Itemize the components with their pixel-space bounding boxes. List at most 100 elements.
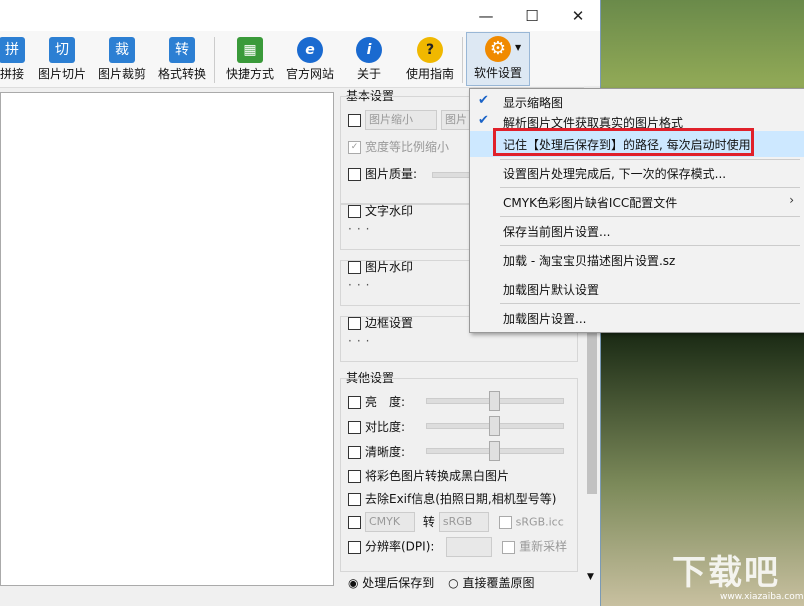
toolbar-label: 快捷方式 — [225, 67, 274, 81]
grayscale-checkbox[interactable] — [348, 470, 361, 483]
toolbar-settings-button[interactable]: ⚙ 软件设置 ▼ — [466, 32, 530, 86]
contrast-slider-thumb[interactable] — [489, 416, 500, 436]
text-watermark-checkbox[interactable] — [348, 205, 361, 218]
contrast-slider[interactable] — [426, 416, 564, 436]
keep-ratio-option[interactable]: ✓ 宽度等比例缩小 — [348, 138, 449, 155]
menu-item-label: 加载图片默认设置 — [503, 283, 600, 297]
menu-item-load-default[interactable]: 加载图片默认设置 — [470, 276, 804, 302]
shrink-select[interactable]: 图片缩小 — [365, 110, 437, 130]
info-icon: i — [356, 37, 382, 63]
exif-label: 去除Exif信息(拍照日期,相机型号等) — [365, 492, 557, 506]
image-watermark-label: 图片水印 — [365, 260, 414, 274]
grayscale-label: 将彩色图片转换成黑白图片 — [365, 469, 510, 483]
toolbar-slice-button[interactable]: 切 图片切片 — [36, 34, 88, 86]
brightness-checkbox[interactable] — [348, 396, 361, 409]
srgb-icc-checkbox[interactable] — [498, 515, 512, 529]
text-watermark-label: 文字水印 — [365, 204, 414, 218]
slice-icon: 切 — [49, 37, 75, 63]
gear-icon: ⚙ — [485, 36, 511, 62]
contrast-checkbox[interactable] — [348, 421, 361, 434]
check-icon: ✔ — [478, 113, 489, 128]
quality-checkbox[interactable] — [348, 168, 361, 181]
highlight-box — [493, 128, 754, 156]
dpi-checkbox[interactable] — [348, 540, 361, 554]
toolbar-label: 软件设置 — [473, 66, 522, 80]
maximize-button[interactable]: ☐ — [509, 0, 555, 31]
menu-item-save-settings[interactable]: 保存当前图片设置... — [470, 218, 804, 244]
brightness-slider-thumb[interactable] — [489, 391, 500, 411]
crop-icon: 裁 — [109, 37, 135, 63]
srgb-select[interactable]: sRGB — [438, 512, 489, 532]
cmyk-select[interactable]: CMYK — [365, 512, 415, 532]
sharpness-checkbox[interactable] — [348, 446, 361, 459]
border-checkbox[interactable] — [348, 317, 361, 330]
save-mode-option[interactable]: ◉ 处理后保存到 ○ 直接覆盖原图 — [348, 574, 534, 591]
minimize-button[interactable]: — — [463, 0, 509, 31]
shrink-checkbox[interactable] — [348, 113, 361, 127]
dpi-input[interactable] — [446, 537, 493, 557]
menu-item-load-settings[interactable]: 加载图片设置... — [470, 305, 804, 331]
quality-slider[interactable] — [432, 172, 470, 178]
toolbar-label: 使用指南 — [405, 67, 454, 81]
resample-checkbox[interactable] — [502, 540, 516, 554]
border-option[interactable]: 边框设置 — [348, 314, 413, 331]
resample-label: 重新采样 — [519, 539, 568, 554]
toolbar-about-button[interactable]: i 关于 — [346, 34, 392, 86]
image-list-area[interactable] — [0, 92, 334, 586]
menu-separator — [500, 303, 800, 304]
toolbar-guide-button[interactable]: ? 使用指南 — [404, 34, 456, 86]
toolbar: 拼 拼接 切 图片切片 裁 图片裁剪 转 格式转换 ▦ 快捷方式 e 官方网站 … — [0, 31, 600, 88]
menu-item-cmyk-icc[interactable]: CMYK色彩图片缺省ICC配置文件 › — [470, 189, 804, 215]
image-watermark-checkbox[interactable] — [348, 261, 361, 274]
stitch-icon: 拼 — [0, 37, 25, 63]
cmyk-checkbox[interactable] — [348, 515, 361, 529]
dropdown-arrow-icon: ▼ — [515, 43, 522, 52]
contrast-option[interactable]: 对比度: — [348, 418, 405, 435]
dpi-option[interactable]: 分辨率(DPI): 重新采样 — [348, 537, 567, 557]
toolbar-label: 格式转换 — [157, 67, 206, 81]
border-label: 边框设置 — [365, 316, 414, 330]
menu-item-save-mode[interactable]: 设置图片处理完成后, 下一次的保存模式... — [470, 160, 804, 186]
sharpness-option[interactable]: 清晰度: — [348, 443, 405, 460]
text-watermark-option[interactable]: 文字水印 — [348, 202, 413, 219]
save-to-radio[interactable]: ◉ — [348, 576, 362, 590]
border-dots: ··· — [348, 334, 375, 348]
toolbar-shortcut-button[interactable]: ▦ 快捷方式 — [224, 34, 276, 86]
menu-item-label: 加载 - 淘宝宝贝描述图片设置.sz — [503, 254, 676, 268]
scroll-down-icon[interactable]: ▼ — [587, 572, 594, 582]
brightness-option[interactable]: 亮 度: — [348, 393, 405, 410]
toolbar-website-button[interactable]: e 官方网站 — [284, 34, 336, 86]
dpi-label: 分辨率(DPI): — [365, 539, 435, 554]
grayscale-option[interactable]: 将彩色图片转换成黑白图片 — [348, 467, 509, 484]
check-icon: ✔ — [478, 93, 489, 108]
keep-ratio-checkbox[interactable]: ✓ — [348, 141, 361, 154]
submenu-arrow-icon: › — [789, 193, 794, 207]
toolbar-convert-button[interactable]: 转 格式转换 — [156, 34, 208, 86]
exif-option[interactable]: 去除Exif信息(拍照日期,相机型号等) — [348, 490, 556, 507]
save-to-label: 处理后保存到 — [362, 576, 435, 590]
image-watermark-dots: ··· — [348, 278, 375, 292]
exif-checkbox[interactable] — [348, 493, 361, 506]
image-watermark-option[interactable]: 图片水印 — [348, 258, 413, 275]
toolbar-separator — [462, 37, 463, 83]
quality-option[interactable]: 图片质量: — [348, 165, 417, 182]
toolbar-crop-button[interactable]: 裁 图片裁剪 — [96, 34, 148, 86]
menu-item-label: 加载图片设置... — [503, 312, 587, 326]
menu-item-label: 设置图片处理完成后, 下一次的保存模式... — [503, 167, 727, 181]
sharpness-slider[interactable] — [426, 441, 564, 461]
ie-icon: e — [297, 37, 323, 63]
sharpness-slider-thumb[interactable] — [489, 441, 500, 461]
toolbar-stitch-button[interactable]: 拼 拼接 — [0, 34, 32, 86]
cmyk-option[interactable]: CMYK 转 sRGB sRGB.icc — [348, 512, 564, 532]
cubes-icon: ▦ — [237, 37, 263, 63]
contrast-label: 对比度: — [365, 420, 406, 434]
overwrite-radio[interactable]: ○ — [448, 576, 462, 590]
brightness-slider[interactable] — [426, 391, 564, 411]
srgb-icc-label: sRGB.icc — [515, 515, 564, 529]
toolbar-label: 图片裁剪 — [97, 67, 146, 81]
menu-item-load-taobao[interactable]: 加载 - 淘宝宝贝描述图片设置.sz — [470, 247, 804, 273]
convert-icon: 转 — [169, 37, 195, 63]
close-button[interactable]: ✕ — [555, 0, 601, 31]
shrink-option[interactable]: 图片缩小 图片 — [348, 110, 475, 130]
toolbar-label: 拼接 — [0, 67, 24, 81]
